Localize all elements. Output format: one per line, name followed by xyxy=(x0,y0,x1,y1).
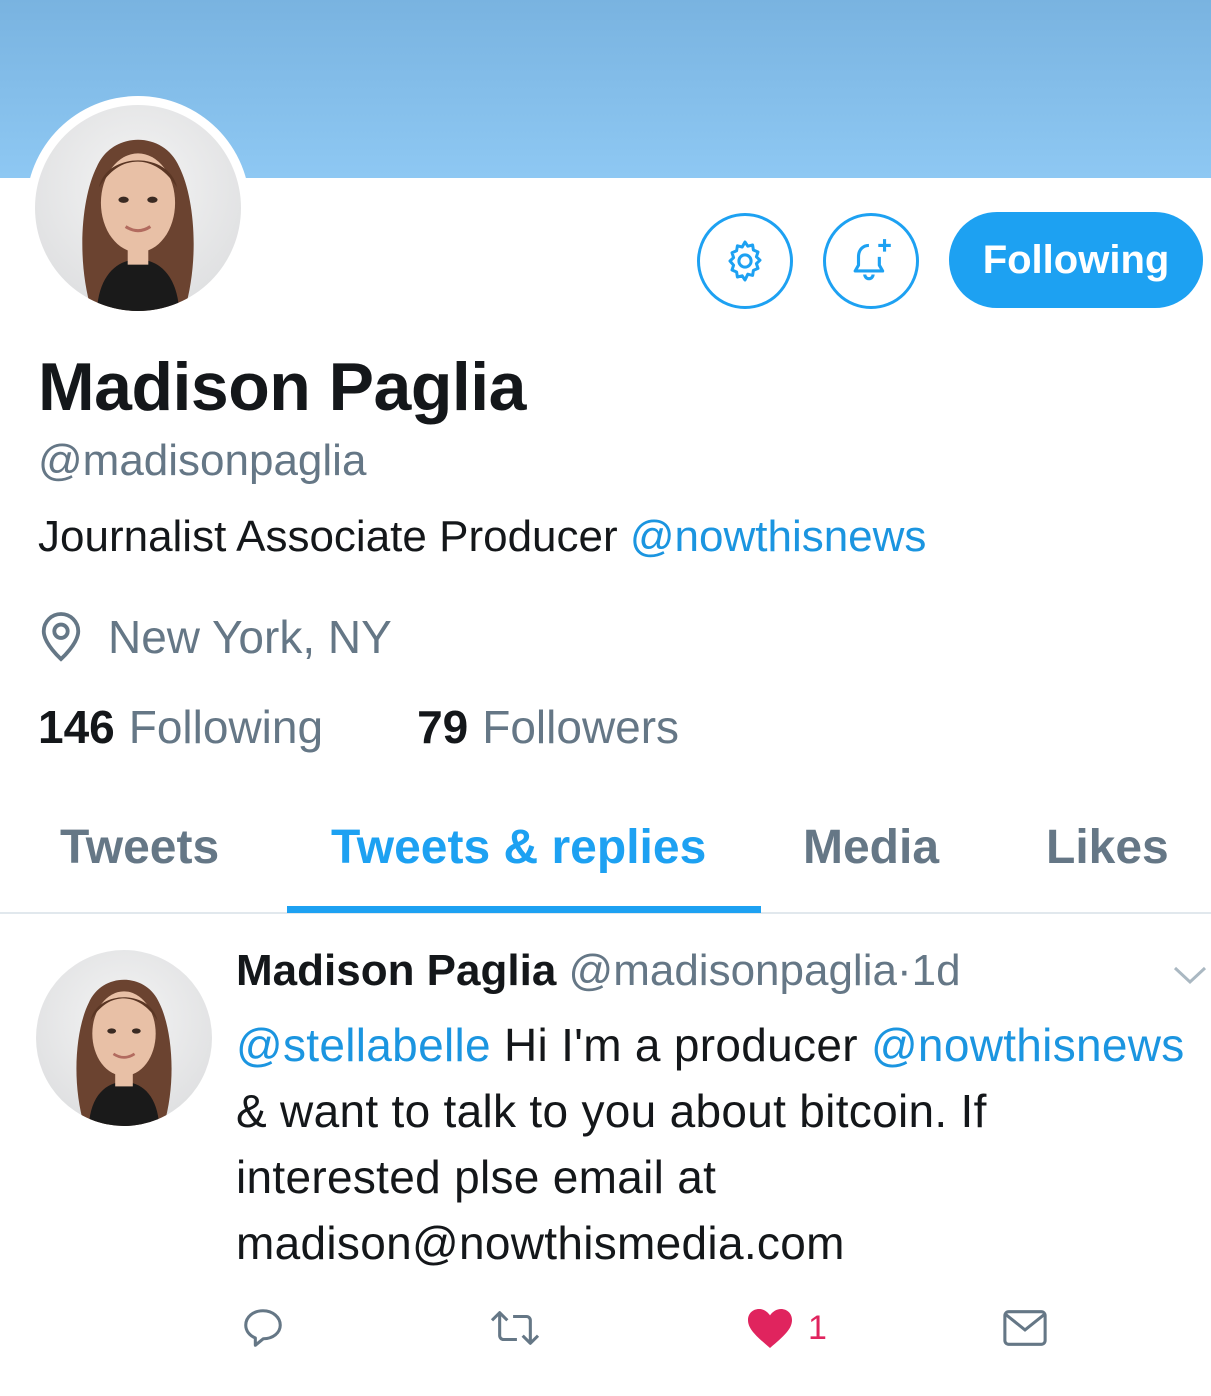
tab-likes[interactable]: Likes xyxy=(1046,820,1169,875)
settings-button[interactable] xyxy=(697,213,793,309)
like-button[interactable]: 1 xyxy=(746,1302,827,1354)
chevron-down-icon[interactable] xyxy=(1172,962,1208,988)
direct-message-button[interactable] xyxy=(1002,1302,1048,1354)
profile-bio: Journalist Associate Producer @nowthisne… xyxy=(38,512,926,562)
following-stat[interactable]: 146 Following xyxy=(38,700,323,754)
active-tab-indicator xyxy=(287,906,761,913)
retweet-button[interactable] xyxy=(487,1302,543,1354)
envelope-icon xyxy=(1003,1310,1047,1346)
profile-location: New York, NY xyxy=(38,610,392,664)
profile-name: Madison Paglia xyxy=(38,349,527,425)
tweet-author-name[interactable]: Madison Paglia xyxy=(236,946,556,995)
notifications-button[interactable] xyxy=(823,213,919,309)
bell-plus-icon xyxy=(853,239,891,281)
followers-count: 79 xyxy=(417,701,469,753)
like-count: 1 xyxy=(808,1308,827,1347)
tweet-separator: · xyxy=(896,946,912,995)
profile-stats: 146 Following 79 Followers xyxy=(38,700,773,754)
retweet-icon xyxy=(490,1311,540,1345)
tweet-author-handle[interactable]: @madisonpaglia xyxy=(569,946,897,995)
tweet-text-segment: Hi I'm a producer xyxy=(490,1019,871,1071)
tab-tweets-replies[interactable]: Tweets & replies xyxy=(331,820,706,875)
tweet-time[interactable]: 1d xyxy=(912,946,961,995)
following-label: Following xyxy=(128,701,324,753)
bio-text: Journalist Associate Producer xyxy=(38,512,630,561)
avatar-photo xyxy=(82,139,194,311)
following-button[interactable]: Following xyxy=(949,212,1203,308)
tweet-mention-link[interactable]: @nowthisnews xyxy=(871,1019,1185,1071)
following-count: 146 xyxy=(38,701,115,753)
tweet-header: Madison Paglia @madisonpaglia·1d xyxy=(236,946,961,996)
avatar-photo xyxy=(76,979,172,1126)
tab-media[interactable]: Media xyxy=(803,820,939,875)
tweet-text-segment: & want to talk to you about bitcoin. If … xyxy=(236,1085,987,1269)
profile-handle: @madisonpaglia xyxy=(38,436,367,485)
tweet-avatar[interactable] xyxy=(36,950,212,1126)
reply-button[interactable] xyxy=(240,1302,286,1354)
tweet-actions: 1 xyxy=(0,1302,1211,1362)
location-text: New York, NY xyxy=(108,611,392,663)
tweet-text: @stellabelle Hi I'm a producer @nowthisn… xyxy=(236,1012,1196,1276)
tweet-item[interactable]: Madison Paglia @madisonpaglia·1d @stella… xyxy=(0,916,1211,1396)
bio-mention-link[interactable]: @nowthisnews xyxy=(630,512,927,561)
profile-tabs: Tweets Tweets & replies Media Likes xyxy=(0,790,1211,914)
tweet-mention-link[interactable]: @stellabelle xyxy=(236,1019,491,1071)
followers-stat[interactable]: 79 Followers xyxy=(417,700,679,754)
followers-label: Followers xyxy=(482,701,680,753)
profile-avatar[interactable] xyxy=(26,96,250,320)
reply-icon xyxy=(244,1309,282,1347)
heart-icon xyxy=(748,1309,792,1348)
location-pin-icon xyxy=(41,612,81,662)
tab-tweets[interactable]: Tweets xyxy=(60,820,219,875)
gear-icon xyxy=(728,240,762,282)
